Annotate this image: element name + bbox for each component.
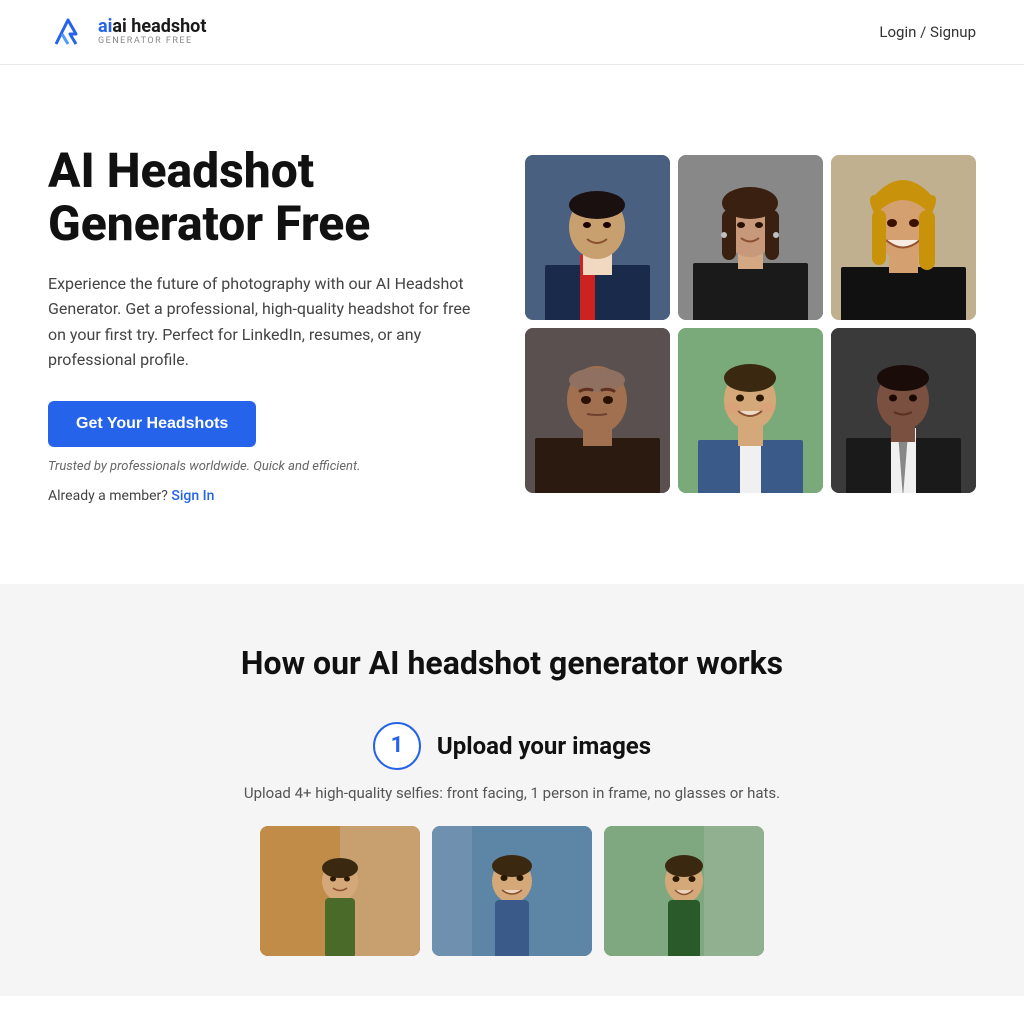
already-member-text: Already a member? Sign In [48, 488, 485, 504]
headshot-image-2 [678, 155, 823, 320]
hero-section: AI Headshot Generator Free Experience th… [0, 65, 1024, 584]
step-1-header: 1 Upload your images [373, 722, 651, 770]
step-1-number: 1 [373, 722, 421, 770]
sample-photo-1 [260, 826, 420, 956]
headshot-image-5 [678, 328, 823, 493]
trusted-text: Trusted by professionals worldwide. Quic… [48, 459, 485, 474]
sample-photo-3 [604, 826, 764, 956]
step-1-label: Upload your images [437, 732, 651, 760]
logo-subtitle: GENERATOR FREE [98, 37, 206, 47]
logo-icon [48, 12, 88, 52]
step-1-description: Upload 4+ high-quality selfies: front fa… [244, 784, 780, 802]
headshot-image-4 [525, 328, 670, 493]
logo-name: aiai headshot [98, 17, 206, 37]
step-1: 1 Upload your images Upload 4+ high-qual… [162, 722, 862, 956]
get-headshots-button[interactable]: Get Your Headshots [48, 401, 256, 447]
login-signup-link[interactable]: Login / Signup [879, 23, 976, 41]
hero-title: AI Headshot Generator Free [48, 145, 485, 251]
headshot-image-1 [525, 155, 670, 320]
sign-in-link[interactable]: Sign In [171, 488, 214, 504]
hero-description: Experience the future of photography wit… [48, 271, 485, 373]
how-title: How our AI headshot generator works [48, 644, 976, 682]
sample-photo-2 [432, 826, 592, 956]
headshot-image-6 [831, 328, 976, 493]
headshot-grid [525, 155, 976, 493]
hero-content: AI Headshot Generator Free Experience th… [48, 145, 485, 504]
headshot-image-3 [831, 155, 976, 320]
site-header: aiai headshot GENERATOR FREE Login / Sig… [0, 0, 1024, 65]
logo: aiai headshot GENERATOR FREE [48, 12, 206, 52]
sample-photos-grid [260, 826, 764, 956]
how-it-works-section: How our AI headshot generator works 1 Up… [0, 584, 1024, 996]
